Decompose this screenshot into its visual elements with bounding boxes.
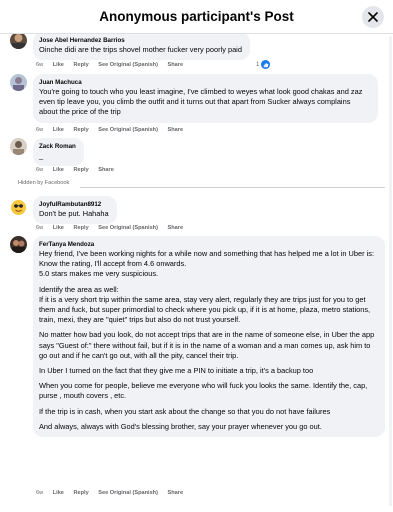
- comment-author[interactable]: JoyfulRambutan8912: [39, 200, 109, 209]
- close-icon: [368, 12, 378, 22]
- comment-bubble: Zack Roman _: [33, 138, 84, 167]
- dialog-title: Anonymous participant's Post: [99, 9, 294, 24]
- comment-paragraph: And always, always with God's blessing b…: [39, 421, 322, 431]
- comment-paragraph: When you come for people, believe me eve…: [39, 381, 368, 401]
- comment-bubble: FerTanya Mendoza Hey friend, I've been w…: [33, 236, 385, 438]
- close-button[interactable]: [362, 6, 384, 28]
- avatar-image: [10, 199, 27, 216]
- like-reaction-icon: [261, 60, 271, 69]
- reply-button[interactable]: Reply: [73, 490, 88, 496]
- avatar[interactable]: [10, 236, 27, 253]
- avatar[interactable]: [10, 34, 27, 49]
- comment-actions: 6w Like Reply Share: [36, 167, 122, 173]
- comment-actions: 6w Like Reply See Original (Spanish) Sha…: [36, 62, 191, 68]
- see-original-button[interactable]: See Original (Spanish): [98, 490, 158, 496]
- comment-text: Oinche didi are the trips shovel mother …: [39, 45, 242, 54]
- share-button[interactable]: Share: [98, 167, 114, 173]
- like-button[interactable]: Like: [53, 225, 64, 231]
- avatar[interactable]: [10, 138, 27, 155]
- reaction-number: 1: [256, 61, 260, 68]
- like-button[interactable]: Like: [53, 62, 64, 68]
- like-button[interactable]: Like: [53, 490, 64, 496]
- comment-author[interactable]: Jose Abel Hernandez Barrios: [39, 36, 242, 45]
- see-original-button[interactable]: See Original (Spanish): [98, 127, 158, 133]
- divider: [80, 187, 385, 188]
- avatar-image: [10, 138, 27, 155]
- comment-bubble: JoyfulRambutan8912 Don't be put. Hahaha: [33, 196, 117, 225]
- comment-paragraph: Identify the area as well:: [39, 284, 119, 294]
- share-button[interactable]: Share: [168, 490, 184, 496]
- see-original-button[interactable]: See Original (Spanish): [98, 225, 158, 231]
- hidden-by-facebook-label: Hidden by Facebook: [18, 180, 70, 186]
- comment-bubble: Jose Abel Hernandez Barrios Oinche didi …: [33, 34, 250, 61]
- share-button[interactable]: Share: [168, 225, 184, 231]
- avatar-image: [10, 34, 27, 49]
- avatar-image: [10, 236, 27, 253]
- comment-text: _: [39, 151, 44, 160]
- like-button[interactable]: Like: [53, 127, 64, 133]
- comment-text: You're going to touch who you least imag…: [39, 87, 363, 117]
- comment-time[interactable]: 6w: [36, 490, 43, 496]
- comment-paragraph: If the trip is in cash, when you start a…: [39, 406, 331, 416]
- comment-text: Don't be put. Hahaha: [39, 209, 109, 218]
- avatar[interactable]: [10, 74, 27, 91]
- comment-author[interactable]: Zack Roman: [39, 142, 76, 151]
- see-original-button[interactable]: See Original (Spanish): [98, 62, 158, 68]
- comment: Jose Abel Hernandez Barrios Oinche didi …: [10, 34, 385, 64]
- reply-button[interactable]: Reply: [73, 225, 88, 231]
- comment-time[interactable]: 6w: [36, 167, 43, 173]
- comment-paragraph: In Uber I turned on the fact that they g…: [39, 366, 314, 376]
- comment-paragraph: Know the rating, I'll accept from 4.6 on…: [39, 259, 187, 269]
- comment-paragraph: No matter how bad you look, do not accep…: [39, 330, 375, 360]
- dialog-header: Anonymous participant's Post: [0, 0, 393, 34]
- comment-paragraph: 5.0 stars makes me very suspicious.: [39, 269, 159, 279]
- comment-author[interactable]: FerTanya Mendoza: [39, 240, 377, 249]
- comment-paragraph: Hey friend, I've been working nights for…: [39, 249, 374, 258]
- share-button[interactable]: Share: [168, 62, 184, 68]
- comment-bubble: Juan Machuca You're going to touch who y…: [33, 74, 378, 123]
- comment-author[interactable]: Juan Machuca: [39, 78, 370, 87]
- scrollbar[interactable]: [389, 36, 392, 506]
- comment-text: Hey friend, I've been working nights for…: [39, 249, 377, 432]
- share-button[interactable]: Share: [168, 127, 184, 133]
- reply-button[interactable]: Reply: [73, 127, 88, 133]
- comments-feed: Jose Abel Hernandez Barrios Oinche didi …: [0, 34, 393, 512]
- comment-time[interactable]: 6w: [36, 225, 43, 231]
- comment-actions: 6w Like Reply See Original (Spanish) Sha…: [36, 225, 191, 231]
- reply-button[interactable]: Reply: [73, 62, 88, 68]
- avatar[interactable]: [10, 199, 27, 216]
- comment-time[interactable]: 6w: [36, 62, 43, 68]
- like-button[interactable]: Like: [53, 167, 64, 173]
- comment-time[interactable]: 6w: [36, 127, 43, 133]
- comment-actions: 6w Like Reply See Original (Spanish) Sha…: [36, 490, 191, 496]
- comment-paragraph: If it is a very short trip within the sa…: [39, 294, 371, 325]
- reaction-count[interactable]: 1: [256, 60, 271, 69]
- comment-actions: 6w Like Reply See Original (Spanish) Sha…: [36, 127, 191, 133]
- avatar-image: [10, 74, 27, 91]
- reply-button[interactable]: Reply: [73, 167, 88, 173]
